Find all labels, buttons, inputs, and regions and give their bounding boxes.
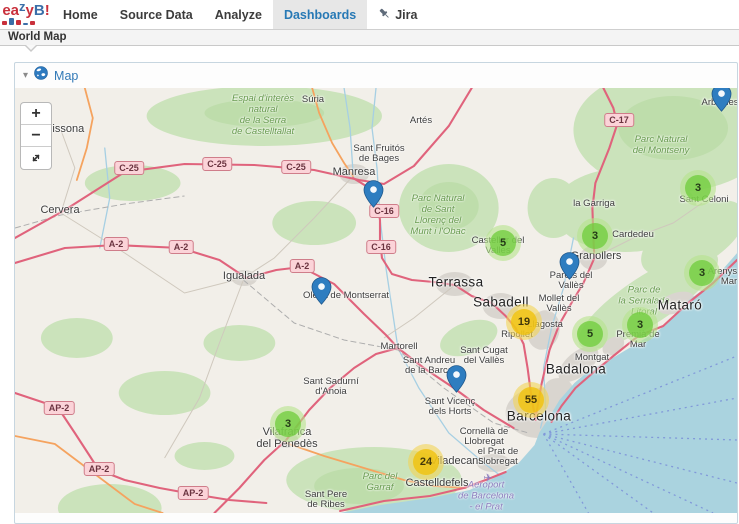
nav-item-dashboards[interactable]: Dashboards xyxy=(273,0,367,29)
map-park-label: Espai d'interèsnaturalde la Serrade Cast… xyxy=(232,94,294,138)
marker-cluster[interactable]: 3 xyxy=(684,255,720,291)
marker-cluster[interactable]: 5 xyxy=(485,225,521,261)
road-shield-label: C-25 xyxy=(281,160,311,174)
map-place-label: Artés xyxy=(410,116,432,126)
road-shield-label: A-2 xyxy=(290,259,315,273)
eazybi-logo-text: eazyB! xyxy=(2,5,49,17)
marker-cluster-count: 5 xyxy=(577,321,603,347)
map-place-label: Súria xyxy=(302,95,324,105)
map-panel-header: ▾ Map xyxy=(15,63,737,88)
marker-cluster-count: 3 xyxy=(627,312,653,338)
marker-cluster-count: 24 xyxy=(413,449,439,475)
map-zoom-control: + − xyxy=(20,102,52,170)
nav-item-jira[interactable]: Jira xyxy=(367,0,428,29)
map-pin-marker[interactable] xyxy=(311,277,332,305)
marker-cluster-count: 19 xyxy=(511,309,537,335)
map-place-label: Martorell xyxy=(381,342,418,352)
map-park-label: Parc Naturalde SantLlorenç delMunt i l'O… xyxy=(410,194,465,238)
road-shield-label: AP-2 xyxy=(44,401,75,415)
map-place-label: Sant Cugatdel Vallès xyxy=(460,346,508,367)
resize-map-button[interactable] xyxy=(21,147,51,169)
marker-cluster[interactable]: 5 xyxy=(572,316,608,352)
road-shield-label: A-2 xyxy=(104,237,129,251)
map-place-label: Manresa xyxy=(333,167,376,179)
map-pin-marker[interactable] xyxy=(363,180,384,208)
marker-cluster-count: 55 xyxy=(518,387,544,413)
map-park-label: Parc delGarraf xyxy=(363,472,398,494)
road-shield-label: C-17 xyxy=(604,113,634,127)
marker-cluster[interactable]: 3 xyxy=(270,406,306,442)
road-shield-label: AP-2 xyxy=(178,486,209,500)
jira-icon xyxy=(378,7,391,23)
map-place-label: Sant Vicençdels Horts xyxy=(425,397,476,418)
marker-cluster-count: 3 xyxy=(275,411,301,437)
dashboard-title: World Map xyxy=(8,31,67,43)
map-pin-marker[interactable] xyxy=(559,252,580,280)
marker-cluster[interactable]: 55 xyxy=(513,382,549,418)
nav-item-analyze[interactable]: Analyze xyxy=(204,0,273,29)
map-canvas[interactable]: + − Espai d'interèsnaturalde la Serrade … xyxy=(15,88,737,513)
map-place-label: Castelldefels xyxy=(406,478,469,490)
marker-cluster[interactable]: 24 xyxy=(408,444,444,480)
map-place-label: Badalona xyxy=(546,363,606,378)
map-place-label: la Garriga xyxy=(573,199,615,209)
map-place-label: Cervera xyxy=(40,205,79,217)
map-place-label: Cardedeu xyxy=(612,230,654,240)
marker-cluster-count: 3 xyxy=(689,260,715,286)
road-shield-label: A-2 xyxy=(169,240,194,254)
map-place-label: Mollet delVallès xyxy=(539,294,580,315)
marker-cluster[interactable]: 3 xyxy=(577,218,613,254)
marker-cluster[interactable]: 3 xyxy=(622,307,658,343)
road-shield-label: C-16 xyxy=(366,240,396,254)
road-shield-label: C-25 xyxy=(114,161,144,175)
map-place-label: Cornellà deLlobregat xyxy=(460,427,509,448)
road-shield-label: C-25 xyxy=(202,157,232,171)
globe-icon xyxy=(34,66,48,85)
eazybi-logo-bars xyxy=(2,18,49,25)
nav-item-source-data[interactable]: Source Data xyxy=(109,0,204,29)
map-place-label: Sant Sadurníd'Anoia xyxy=(303,377,358,398)
map-place-label: Sant Fruitósde Bages xyxy=(353,144,404,165)
map-panel: ▾ Map xyxy=(14,62,738,524)
map-pin-marker[interactable] xyxy=(711,88,732,112)
map-place-label: Mataró xyxy=(658,299,702,314)
marker-cluster[interactable]: 19 xyxy=(506,304,542,340)
nav-item-jira-label: Jira xyxy=(395,8,417,22)
marker-cluster-count: 5 xyxy=(490,230,516,256)
map-place-label: Igualada xyxy=(223,271,265,283)
map-place-label: Sant Perede Ribes xyxy=(305,490,347,511)
collapse-caret-icon[interactable]: ▾ xyxy=(23,70,28,81)
road-shield-label: AP-2 xyxy=(84,462,115,476)
marker-cluster-count: 3 xyxy=(582,223,608,249)
zoom-out-button[interactable]: − xyxy=(21,125,51,147)
map-place-label: Montgat xyxy=(575,353,609,363)
nav-item-home[interactable]: Home xyxy=(52,0,109,29)
top-navigation: eazyB! Home Source Data Analyze Dashboar… xyxy=(0,0,739,30)
map-panel-title[interactable]: Map xyxy=(54,69,78,83)
map-pin-marker[interactable] xyxy=(446,365,467,393)
marker-cluster-count: 3 xyxy=(685,175,711,201)
map-place-label: Terrassa xyxy=(429,276,484,291)
marker-cluster[interactable]: 3 xyxy=(680,170,716,206)
eazybi-logo[interactable]: eazyB! xyxy=(0,0,52,29)
zoom-in-button[interactable]: + xyxy=(21,103,51,125)
dashboard-tab-bar: World Map xyxy=(0,30,739,46)
map-park-label: Parc Naturaldel Montseny xyxy=(633,135,690,157)
airport-icon: ✈ xyxy=(483,472,492,485)
